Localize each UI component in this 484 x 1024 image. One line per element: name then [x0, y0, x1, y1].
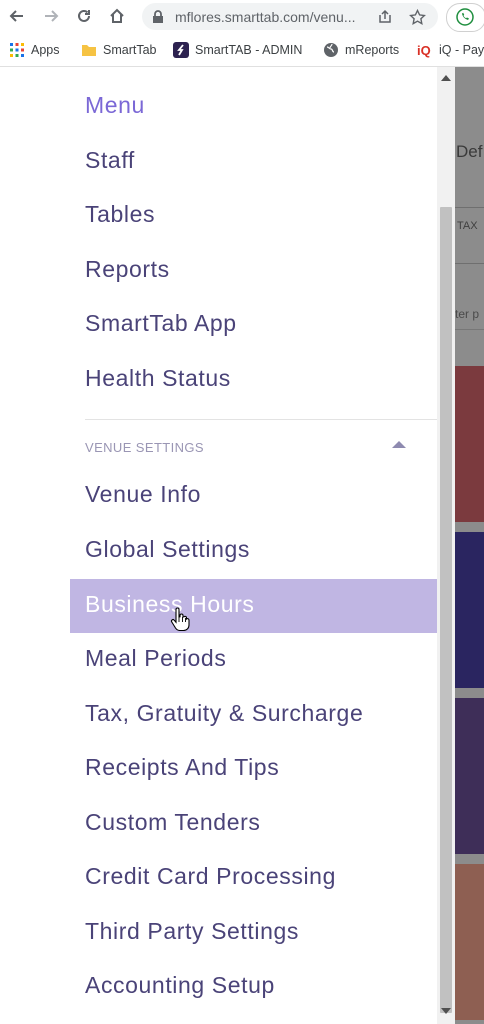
bookmark-smarttab-admin[interactable]: SmartTAB - ADMIN [173, 40, 302, 60]
sidebar-item-label: Credit Card Processing [85, 863, 336, 889]
section-divider [85, 419, 437, 420]
bookmark-apps[interactable]: Apps [9, 40, 60, 60]
iq-logo-icon: iQ [417, 43, 431, 58]
collapse-caret-icon[interactable] [392, 441, 406, 448]
background-card [455, 864, 484, 1020]
sidebar-item-receipts-and-tips[interactable]: Receipts And Tips [0, 742, 437, 796]
menu-title: Menu [0, 80, 437, 134]
sidebar-scrollbar[interactable] [437, 67, 455, 1024]
hand-cursor-icon [170, 607, 190, 631]
back-arrow-icon [9, 10, 23, 22]
folder-icon [82, 45, 96, 56]
reload-button[interactable] [71, 3, 97, 29]
sidebar-menu: Menu Staff Tables Reports SmartTab App H… [0, 67, 437, 1024]
sidebar-item-label: Third Party Settings [85, 918, 299, 944]
home-icon [110, 8, 124, 23]
background-card [455, 366, 484, 522]
sidebar-item-label: Accounting Setup [85, 972, 275, 998]
address-bar[interactable]: mflores.smarttab.com/venu... [142, 3, 438, 30]
bookmark-label: SmartTAB - ADMIN [195, 43, 303, 57]
sidebar-item-label: Health Status [85, 365, 231, 391]
background-card [455, 532, 484, 688]
background-input-placeholder: ter p [455, 307, 480, 321]
apps-grid-icon [10, 43, 24, 57]
extension-button[interactable] [446, 3, 484, 32]
scroll-down-arrow-icon[interactable] [441, 1008, 451, 1014]
sidebar-item-global-settings[interactable]: Global Settings [0, 524, 437, 578]
sidebar-item-staff[interactable]: Staff [0, 135, 437, 189]
background-column-header: TAX [457, 220, 478, 232]
svg-text:iQ: iQ [417, 43, 431, 58]
home-button[interactable] [104, 3, 130, 29]
sidebar-item-smarttab-app[interactable]: SmartTab App [0, 298, 437, 352]
sidebar-item-label: Staff [85, 147, 135, 173]
venue-settings-header[interactable]: VENUE SETTINGS [85, 440, 204, 455]
forward-arrow-icon [45, 10, 59, 22]
forward-button[interactable] [38, 3, 64, 29]
sidebar-item-venue-info[interactable]: Venue Info [0, 469, 437, 523]
scrollbar-thumb[interactable] [440, 207, 452, 1013]
globe-icon [324, 43, 338, 57]
bookmark-label: iQ - Pay [439, 43, 484, 57]
background-divider [455, 263, 484, 264]
phone-icon [456, 8, 474, 26]
sidebar-item-tables[interactable]: Tables [0, 189, 437, 243]
sidebar-item-label: Meal Periods [85, 645, 227, 671]
sidebar-item-accounting-setup[interactable]: Accounting Setup [0, 960, 437, 1014]
bookmark-label: mReports [345, 43, 400, 57]
sidebar-item-label: Custom Tenders [85, 809, 261, 835]
sidebar-item-third-party-settings[interactable]: Third Party Settings [0, 906, 437, 960]
bookmark-label: SmartTab [103, 43, 157, 57]
sidebar-item-meal-periods[interactable]: Meal Periods [0, 633, 437, 687]
star-icon[interactable] [408, 8, 426, 26]
smarttab-logo-icon [173, 42, 189, 58]
bookmarks-bar: Apps SmartTab SmartTAB - ADMIN mReports … [0, 33, 484, 67]
background-card [455, 698, 484, 854]
sidebar-item-label: Global Settings [85, 536, 250, 562]
sidebar-item-label: Receipts And Tips [85, 754, 280, 780]
sidebar-item-label: Tables [85, 201, 156, 227]
back-button[interactable] [4, 3, 30, 29]
sidebar-item-label: Venue Info [85, 481, 201, 507]
scroll-up-arrow-icon[interactable] [441, 75, 451, 81]
browser-toolbar: mflores.smarttab.com/venu... [0, 0, 484, 33]
sidebar-item-tax-gratuity-surcharge[interactable]: Tax, Gratuity & Surcharge [0, 688, 437, 742]
bookmark-smarttab[interactable]: SmartTab [81, 40, 157, 60]
background-input-underline [455, 329, 484, 330]
share-icon[interactable] [376, 8, 394, 26]
bookmark-label: Apps [31, 43, 60, 57]
sidebar-item-custom-tenders[interactable]: Custom Tenders [0, 797, 437, 851]
sidebar-item-business-hours[interactable]: Business Hours [70, 579, 437, 633]
reload-icon [78, 9, 90, 22]
bookmark-iq-pay[interactable]: iQ iQ - Pay [417, 40, 484, 60]
background-page: Def TAX ter p [455, 67, 484, 1024]
sidebar-item-reports[interactable]: Reports [0, 244, 437, 298]
sidebar-item-label: Reports [85, 256, 170, 282]
menu-title-label: Menu [85, 92, 145, 118]
sidebar-item-label: Tax, Gratuity & Surcharge [85, 700, 364, 726]
sidebar-item-health-status[interactable]: Health Status [0, 353, 437, 407]
url-text: mflores.smarttab.com/venu... [175, 9, 356, 25]
bookmark-mreports[interactable]: mReports [323, 40, 399, 60]
background-heading: Def [456, 142, 483, 161]
lock-icon [153, 10, 163, 23]
background-divider [455, 207, 484, 208]
sidebar-item-label: SmartTab App [85, 310, 237, 336]
sidebar-item-credit-card-processing[interactable]: Credit Card Processing [0, 851, 437, 905]
